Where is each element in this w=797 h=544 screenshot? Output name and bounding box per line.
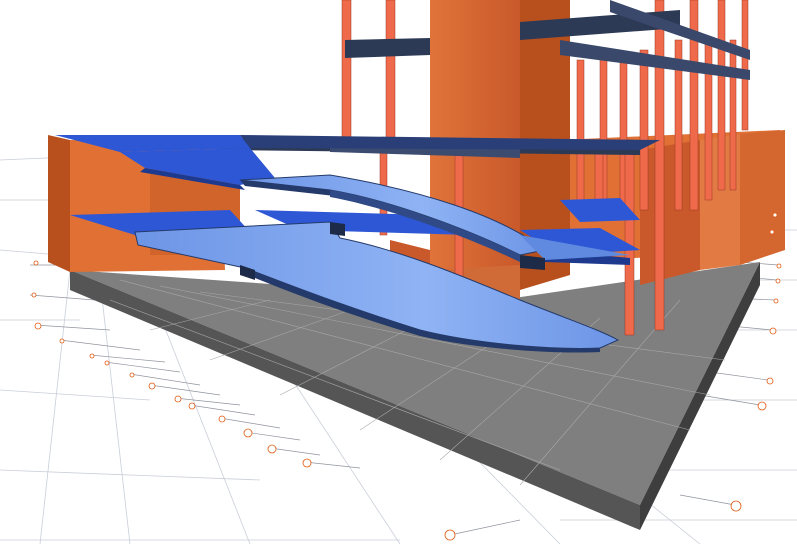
grid-bubble-icon: [766, 377, 774, 385]
grid-bubble-icon: [188, 402, 196, 410]
grid-bubble-icon: [773, 298, 779, 304]
grid-bubble-icon: [104, 360, 110, 366]
grid-bubble-icon: [148, 382, 156, 390]
grid-bubble-icon: [302, 458, 312, 468]
grid-bubble-icon: [89, 353, 95, 359]
grid-bubble-icon: [775, 278, 781, 284]
grid-bubble-icon: [769, 229, 775, 235]
grid-bubble-icon: [769, 327, 777, 335]
grid-bubble-icon: [444, 529, 456, 541]
grid-bubble-icon: [243, 428, 253, 438]
grid-bubble-icon: [757, 401, 767, 411]
grid-bubble-icon: [730, 500, 742, 512]
model-canvas[interactable]: [0, 0, 797, 544]
grid-bubble-icon: [776, 263, 782, 269]
grid-bubble-icon: [267, 444, 277, 454]
grid-bubble-icon: [31, 292, 37, 298]
grid-bubble-icon: [218, 415, 226, 423]
grid-bubble-icon: [34, 322, 42, 330]
grid-bubble-icon: [129, 372, 135, 378]
grid-bubble-icon: [33, 260, 39, 266]
3d-model-viewport[interactable]: [0, 0, 797, 544]
grid-bubble-icon: [772, 212, 778, 218]
grid-bubble-icon: [59, 338, 65, 344]
grid-bubble-icon: [174, 395, 182, 403]
